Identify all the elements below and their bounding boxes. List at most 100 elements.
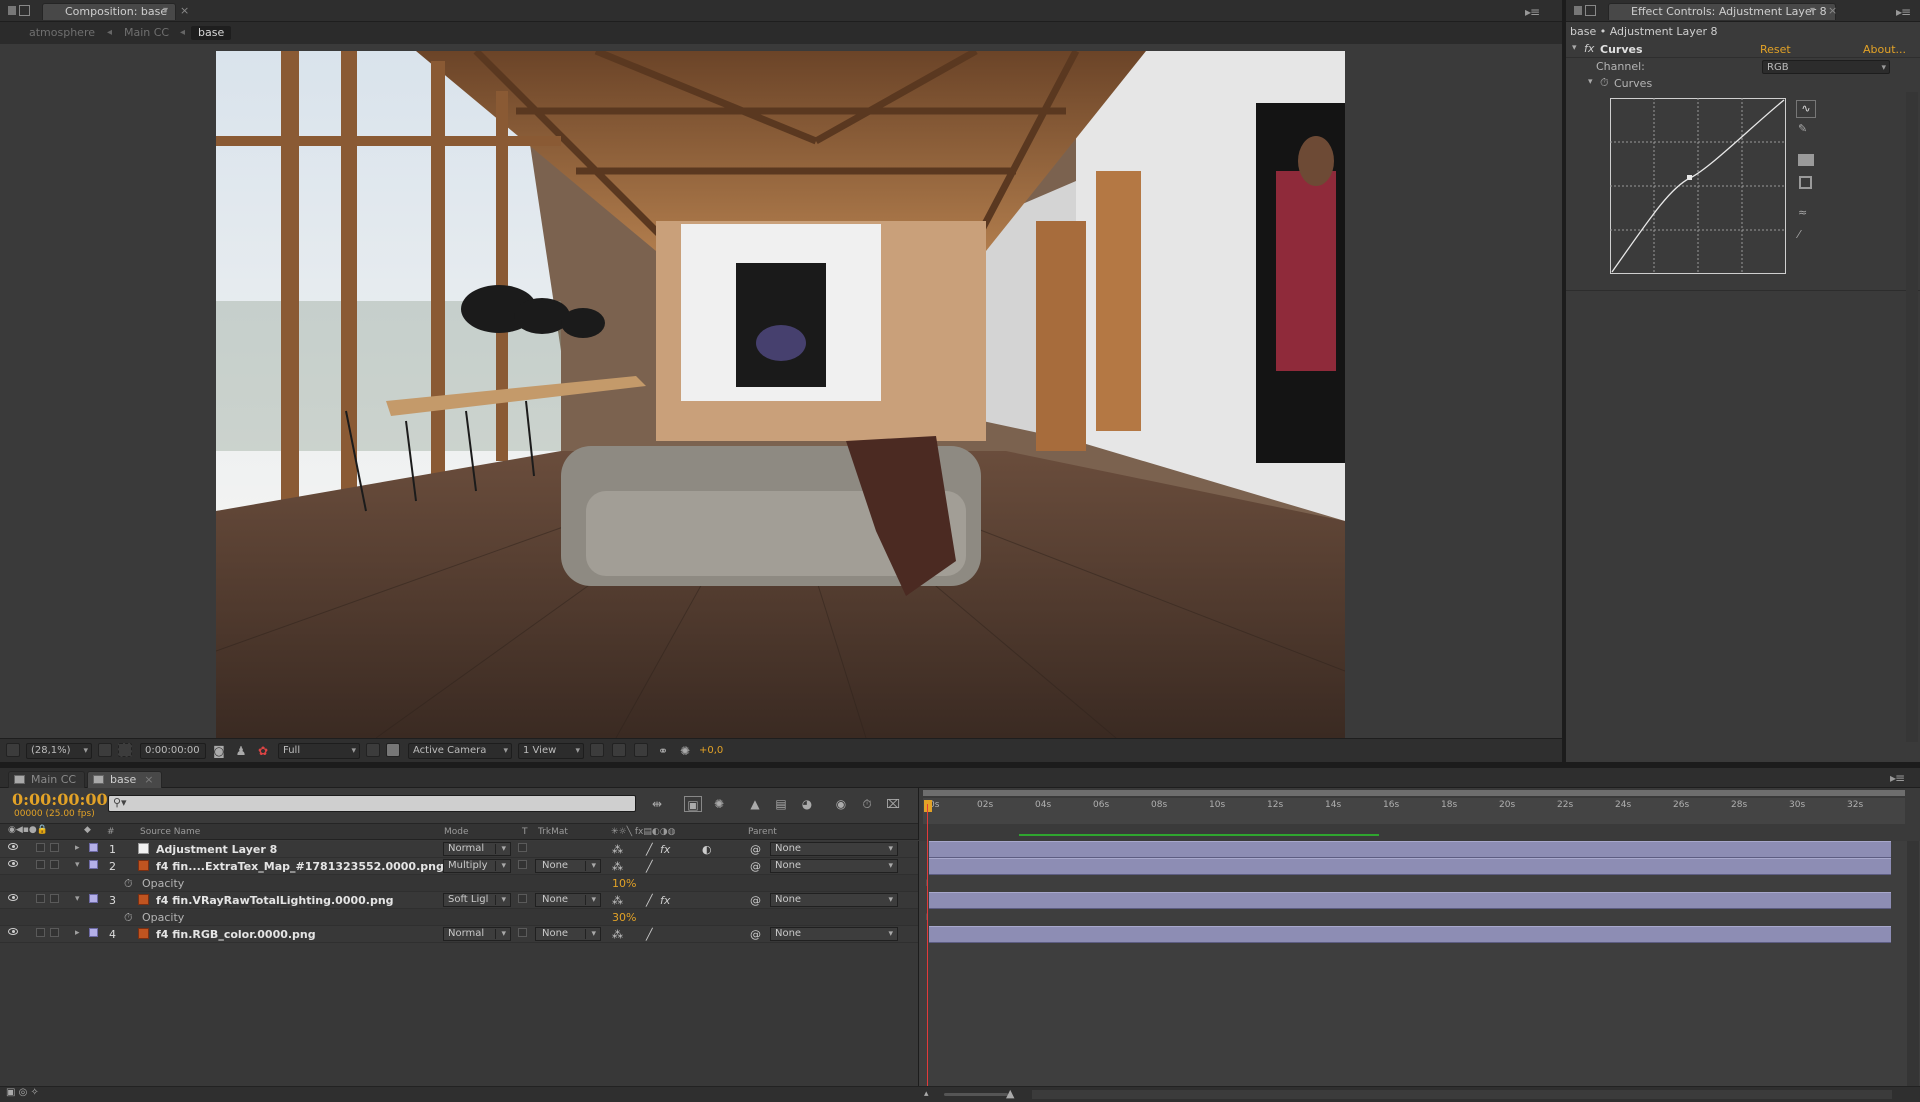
render-queue-icon[interactable]: ⌧ (884, 796, 902, 812)
property-value[interactable]: 30% (612, 911, 636, 924)
mode-header[interactable]: Mode (444, 827, 469, 837)
layer-bar-1[interactable] (929, 841, 1891, 858)
comp-timecode[interactable]: 0:00:00:00 (140, 743, 206, 759)
pick-whip-icon[interactable]: @ (750, 928, 761, 941)
horizontal-scrollbar[interactable] (1032, 1090, 1892, 1099)
trkmat-dropdown[interactable]: None (535, 859, 601, 873)
current-time[interactable]: 0:00:00:00 (12, 790, 108, 809)
shy-switch-icon[interactable]: ⁂ (612, 860, 623, 873)
lock-switch[interactable] (50, 928, 59, 937)
label-color-swatch[interactable] (89, 928, 98, 937)
lock-icon[interactable] (19, 5, 30, 16)
layer-name[interactable]: f4 fin.RGB_color.0000.png (156, 928, 316, 941)
motion-blur-icon[interactable]: ◕ (798, 796, 816, 812)
stopwatch-icon[interactable]: ⏱ (124, 911, 133, 925)
tab-dropdown-icon[interactable]: ▾ (163, 5, 168, 16)
preserve-transparency-switch[interactable] (518, 843, 527, 852)
audio-switch[interactable] (36, 843, 45, 852)
tab-close-icon[interactable]: × (144, 773, 153, 786)
preserve-transparency-switch[interactable] (518, 928, 527, 937)
always-preview-icon[interactable] (6, 743, 20, 757)
expand-triangle-icon[interactable]: ▾ (75, 860, 80, 870)
region-of-interest-icon[interactable] (366, 743, 380, 757)
live-update-icon[interactable]: ▣ (684, 796, 702, 812)
zoom-out-icon[interactable]: ▴ (924, 1089, 929, 1099)
pick-whip-icon[interactable]: @ (750, 843, 761, 856)
curves-graph[interactable] (1610, 98, 1786, 274)
about-link[interactable]: About... (1863, 43, 1906, 56)
tab-close-icon[interactable]: × (1828, 4, 1837, 17)
tab-main-cc[interactable]: Main CC (8, 771, 86, 788)
zoom-in-icon[interactable]: ▲ (1006, 1087, 1014, 1100)
audio-switch[interactable] (36, 894, 45, 903)
trkmat-header[interactable]: TrkMat (538, 827, 568, 837)
layer-name[interactable]: f4 fin....ExtraTex_Map_#17813235​52.0000… (156, 860, 444, 873)
mode-dropdown[interactable]: Multiply (443, 859, 511, 873)
expand-triangle-icon[interactable]: ▾ (75, 894, 80, 904)
layer-row-3[interactable]: ▾ 3 f4 fin.VRayRawTotalLighting.0000.png… (0, 892, 918, 909)
parent-dropdown[interactable]: None (770, 842, 898, 856)
frame-blending-icon[interactable]: ▤ (772, 796, 790, 812)
tab-composition[interactable]: Composition: base (42, 3, 177, 20)
curve-tool-icon[interactable]: ∿ (1796, 100, 1816, 118)
preserve-transparency-switch[interactable] (518, 860, 527, 869)
quality-switch-icon[interactable]: ╱ (646, 894, 653, 907)
effect-row-curves[interactable]: ▾ fx Curves Reset About... (1566, 42, 1920, 58)
open-file-icon[interactable] (1798, 154, 1814, 166)
tab-dropdown-icon[interactable]: ▾ (1810, 5, 1815, 16)
layer-name[interactable]: Adjustment Layer 8 (156, 843, 277, 856)
subtab-base[interactable]: base (191, 26, 232, 40)
draft-3d-icon[interactable]: ✺ (710, 796, 728, 812)
stopwatch-icon[interactable]: ⏱ (124, 877, 133, 891)
quality-switch-icon[interactable]: ╱ (646, 860, 653, 873)
shy-switch-icon[interactable]: ⁂ (612, 928, 623, 941)
reset-link[interactable]: Reset (1760, 43, 1791, 56)
panel-grip-icon[interactable] (1574, 6, 1582, 15)
fx-icon[interactable]: fx (1584, 42, 1594, 55)
resolution-dropdown[interactable]: Full (278, 743, 360, 759)
eye-visibility-icon[interactable] (8, 928, 18, 935)
label-color-swatch[interactable] (89, 843, 98, 852)
shy-switch-icon[interactable]: ⁂ (612, 894, 623, 907)
eye-visibility-icon[interactable] (8, 860, 18, 867)
hide-shy-layers-icon[interactable]: ▲ (746, 796, 764, 812)
label-color-swatch[interactable] (89, 894, 98, 903)
preserve-transparency-switch[interactable] (518, 894, 527, 903)
render-image[interactable] (216, 51, 1345, 738)
effect-scrollbar[interactable] (1906, 92, 1918, 742)
timeline-scrollbar[interactable] (1907, 841, 1919, 1086)
channel-dropdown[interactable]: RGB (1762, 60, 1890, 74)
trkmat-dropdown[interactable]: None (535, 927, 601, 941)
grid-icon[interactable] (98, 743, 112, 757)
pick-whip-icon[interactable]: @ (750, 894, 761, 907)
audio-switch[interactable] (36, 928, 45, 937)
timeline-toggle-icon[interactable] (634, 743, 648, 757)
fast-previews-icon[interactable] (612, 743, 626, 757)
expand-switches-icon[interactable]: ▣ ◎ ✧ (6, 1087, 39, 1098)
current-time-indicator[interactable] (924, 800, 932, 812)
mode-dropdown[interactable]: Normal (443, 927, 511, 941)
exposure-icon[interactable]: ✺ (676, 743, 694, 759)
exposure-value[interactable]: +0,0 (699, 745, 723, 756)
snapshot-icon[interactable]: ◙ (210, 743, 228, 759)
stopwatch-icon[interactable]: ⏱ (858, 796, 876, 812)
source-name-header[interactable]: Source Name (140, 827, 200, 837)
eye-visibility-icon[interactable] (8, 843, 18, 850)
show-snapshot-icon[interactable]: ♟ (232, 743, 250, 759)
quality-switch-icon[interactable]: ╱ (646, 928, 653, 941)
tab-base[interactable]: base × (87, 771, 163, 788)
panel-menu-icon[interactable]: ▸≡ (1890, 771, 1905, 785)
save-file-icon[interactable] (1799, 176, 1812, 189)
comp-mini-flowchart-icon[interactable]: ⇹ (648, 796, 666, 812)
layer-row-4[interactable]: ▸ 4 f4 fin.RGB_color.0000.png Normal Non… (0, 926, 918, 943)
tab-effect-controls[interactable]: Effect Controls: Adjustment Layer 8 (1608, 3, 1836, 20)
lock-icon[interactable] (1585, 5, 1596, 16)
tab-close-icon[interactable]: × (180, 4, 189, 17)
graph-editor-icon[interactable]: ◉ (832, 796, 850, 812)
expand-triangle-icon[interactable]: ▾ (1588, 77, 1593, 87)
mask-visibility-icon[interactable] (118, 743, 132, 757)
subtab-main-cc[interactable]: Main CC (117, 26, 176, 40)
panel-menu-icon[interactable]: ▸≡ (1896, 5, 1911, 19)
search-input[interactable]: ⚲▾ (108, 795, 636, 812)
parent-dropdown[interactable]: None (770, 927, 898, 941)
